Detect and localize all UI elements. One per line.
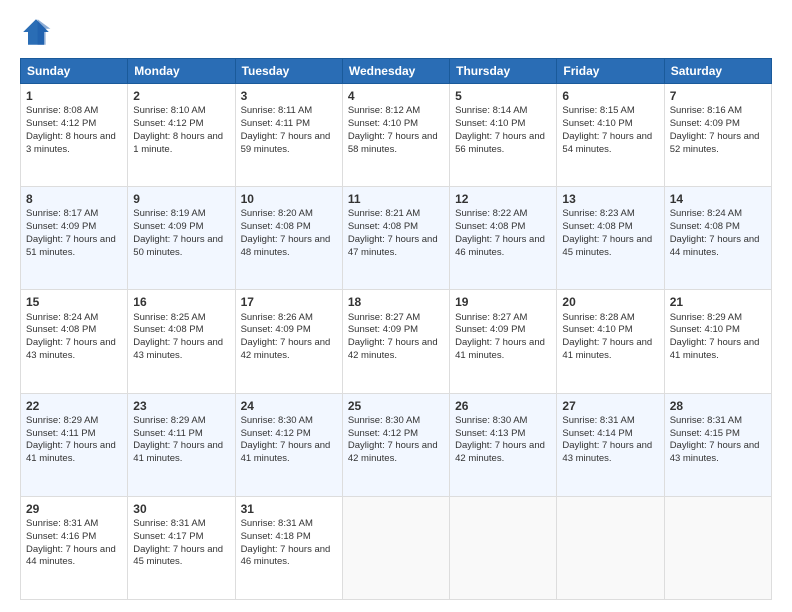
calendar-cell: 15Sunrise: 8:24 AMSunset: 4:08 PMDayligh…: [21, 290, 128, 393]
day-number: 12: [455, 191, 551, 207]
calendar-cell: 30Sunrise: 8:31 AMSunset: 4:17 PMDayligh…: [128, 496, 235, 599]
calendar-cell: 24Sunrise: 8:30 AMSunset: 4:12 PMDayligh…: [235, 393, 342, 496]
day-number: 6: [562, 88, 658, 104]
calendar-cell: 3Sunrise: 8:11 AMSunset: 4:11 PMDaylight…: [235, 84, 342, 187]
day-number: 30: [133, 501, 229, 517]
calendar-cell: 22Sunrise: 8:29 AMSunset: 4:11 PMDayligh…: [21, 393, 128, 496]
calendar-cell: 4Sunrise: 8:12 AMSunset: 4:10 PMDaylight…: [342, 84, 449, 187]
day-number: 17: [241, 294, 337, 310]
col-header-friday: Friday: [557, 59, 664, 84]
col-header-sunday: Sunday: [21, 59, 128, 84]
day-number: 18: [348, 294, 444, 310]
day-number: 25: [348, 398, 444, 414]
calendar-cell: 2Sunrise: 8:10 AMSunset: 4:12 PMDaylight…: [128, 84, 235, 187]
calendar-cell: 14Sunrise: 8:24 AMSunset: 4:08 PMDayligh…: [664, 187, 771, 290]
day-number: 23: [133, 398, 229, 414]
calendar-cell: 28Sunrise: 8:31 AMSunset: 4:15 PMDayligh…: [664, 393, 771, 496]
day-number: 24: [241, 398, 337, 414]
calendar-cell: [450, 496, 557, 599]
calendar-cell: 18Sunrise: 8:27 AMSunset: 4:09 PMDayligh…: [342, 290, 449, 393]
col-header-tuesday: Tuesday: [235, 59, 342, 84]
col-header-wednesday: Wednesday: [342, 59, 449, 84]
day-number: 1: [26, 88, 122, 104]
calendar-cell: 25Sunrise: 8:30 AMSunset: 4:12 PMDayligh…: [342, 393, 449, 496]
calendar-cell: 29Sunrise: 8:31 AMSunset: 4:16 PMDayligh…: [21, 496, 128, 599]
calendar-cell: 8Sunrise: 8:17 AMSunset: 4:09 PMDaylight…: [21, 187, 128, 290]
calendar-cell: 21Sunrise: 8:29 AMSunset: 4:10 PMDayligh…: [664, 290, 771, 393]
calendar-cell: 27Sunrise: 8:31 AMSunset: 4:14 PMDayligh…: [557, 393, 664, 496]
calendar-cell: 13Sunrise: 8:23 AMSunset: 4:08 PMDayligh…: [557, 187, 664, 290]
day-number: 15: [26, 294, 122, 310]
day-number: 20: [562, 294, 658, 310]
day-number: 4: [348, 88, 444, 104]
calendar-cell: 20Sunrise: 8:28 AMSunset: 4:10 PMDayligh…: [557, 290, 664, 393]
day-number: 2: [133, 88, 229, 104]
calendar-cell: 26Sunrise: 8:30 AMSunset: 4:13 PMDayligh…: [450, 393, 557, 496]
day-number: 28: [670, 398, 766, 414]
col-header-thursday: Thursday: [450, 59, 557, 84]
calendar-cell: 16Sunrise: 8:25 AMSunset: 4:08 PMDayligh…: [128, 290, 235, 393]
calendar-cell: 7Sunrise: 8:16 AMSunset: 4:09 PMDaylight…: [664, 84, 771, 187]
day-number: 19: [455, 294, 551, 310]
calendar-cell: 5Sunrise: 8:14 AMSunset: 4:10 PMDaylight…: [450, 84, 557, 187]
col-header-monday: Monday: [128, 59, 235, 84]
calendar-cell: 23Sunrise: 8:29 AMSunset: 4:11 PMDayligh…: [128, 393, 235, 496]
day-number: 22: [26, 398, 122, 414]
day-number: 5: [455, 88, 551, 104]
calendar-cell: [557, 496, 664, 599]
calendar-cell: 11Sunrise: 8:21 AMSunset: 4:08 PMDayligh…: [342, 187, 449, 290]
day-number: 7: [670, 88, 766, 104]
day-number: 8: [26, 191, 122, 207]
calendar-cell: 9Sunrise: 8:19 AMSunset: 4:09 PMDaylight…: [128, 187, 235, 290]
calendar-cell: [664, 496, 771, 599]
calendar-cell: 31Sunrise: 8:31 AMSunset: 4:18 PMDayligh…: [235, 496, 342, 599]
logo: [20, 16, 56, 48]
day-number: 31: [241, 501, 337, 517]
calendar-cell: 19Sunrise: 8:27 AMSunset: 4:09 PMDayligh…: [450, 290, 557, 393]
day-number: 29: [26, 501, 122, 517]
day-number: 13: [562, 191, 658, 207]
calendar-cell: 6Sunrise: 8:15 AMSunset: 4:10 PMDaylight…: [557, 84, 664, 187]
day-number: 11: [348, 191, 444, 207]
calendar-cell: 10Sunrise: 8:20 AMSunset: 4:08 PMDayligh…: [235, 187, 342, 290]
calendar-cell: [342, 496, 449, 599]
col-header-saturday: Saturday: [664, 59, 771, 84]
day-number: 27: [562, 398, 658, 414]
calendar-cell: 17Sunrise: 8:26 AMSunset: 4:09 PMDayligh…: [235, 290, 342, 393]
day-number: 21: [670, 294, 766, 310]
calendar-cell: 12Sunrise: 8:22 AMSunset: 4:08 PMDayligh…: [450, 187, 557, 290]
day-number: 14: [670, 191, 766, 207]
calendar-table: SundayMondayTuesdayWednesdayThursdayFrid…: [20, 58, 772, 600]
day-number: 16: [133, 294, 229, 310]
day-number: 3: [241, 88, 337, 104]
day-number: 9: [133, 191, 229, 207]
day-number: 26: [455, 398, 551, 414]
calendar-cell: 1Sunrise: 8:08 AMSunset: 4:12 PMDaylight…: [21, 84, 128, 187]
day-number: 10: [241, 191, 337, 207]
